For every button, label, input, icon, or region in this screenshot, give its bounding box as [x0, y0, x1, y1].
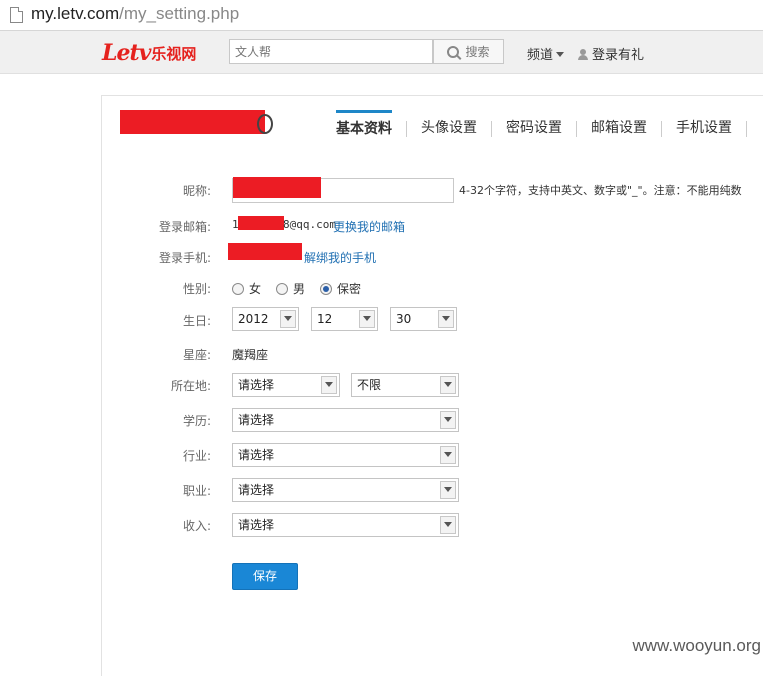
tab-password[interactable]: 密码设置 — [506, 110, 562, 140]
income-value: 请选择 — [238, 518, 275, 532]
tab-email[interactable]: 邮箱设置 — [591, 110, 647, 140]
education-select[interactable]: 请选择 — [232, 408, 459, 432]
redacted-nickname — [233, 177, 321, 198]
page-icon — [10, 7, 23, 23]
birthday-label: 生日: — [182, 314, 211, 328]
job-value: 请选择 — [238, 483, 275, 497]
tab-divider — [661, 121, 662, 137]
gender-secret-label: 保密 — [337, 282, 362, 296]
site-header: Letv 乐视网 搜索 频道 登录有礼 — [0, 31, 763, 74]
gender-secret-option[interactable]: 保密 — [320, 280, 361, 297]
tab-basic-info[interactable]: 基本资料 — [336, 110, 392, 143]
radio-male[interactable] — [276, 283, 288, 295]
redacted-username — [120, 110, 265, 134]
birth-day-select[interactable]: 30 — [390, 307, 457, 331]
settings-tabs: 基本资料 头像设置 密码设置 邮箱设置 手机设置 — [336, 110, 761, 140]
industry-label: 行业: — [182, 449, 211, 463]
channel-menu[interactable]: 频道 — [527, 44, 565, 63]
zodiac-value: 魔羯座 — [232, 348, 269, 362]
login-link[interactable]: 登录有礼 — [578, 44, 644, 63]
zodiac-label: 星座: — [182, 348, 211, 362]
change-email-link[interactable]: 更换我的邮箱 — [333, 218, 405, 235]
tab-avatar[interactable]: 头像设置 — [421, 110, 477, 140]
tab-divider — [406, 121, 407, 137]
birth-month-select[interactable]: 12 — [311, 307, 378, 331]
channel-menu-label: 频道 — [527, 48, 554, 63]
chevron-down-icon — [359, 310, 375, 328]
url-text[interactable]: my.letv.com/my_setting.php — [31, 4, 239, 24]
chevron-down-icon — [556, 52, 565, 57]
birth-day-value: 30 — [396, 312, 412, 326]
chevron-down-icon — [440, 481, 456, 499]
search-button[interactable]: 搜索 — [433, 39, 504, 64]
city-value: 不限 — [357, 378, 382, 392]
chevron-down-icon — [440, 411, 456, 429]
search-button-label: 搜索 — [465, 45, 490, 59]
chevron-down-icon — [440, 376, 456, 394]
job-label: 职业: — [182, 484, 211, 498]
income-select[interactable]: 请选择 — [232, 513, 459, 537]
industry-value: 请选择 — [238, 448, 275, 462]
tab-divider — [746, 121, 747, 137]
logo-latin: Letv — [102, 40, 151, 66]
province-select[interactable]: 请选择 — [232, 373, 340, 397]
redacted-email — [238, 216, 284, 230]
radio-female[interactable] — [232, 283, 244, 295]
chevron-down-icon — [440, 446, 456, 464]
education-value: 请选择 — [238, 413, 275, 427]
gender-male-option[interactable]: 男 — [276, 280, 305, 297]
search-icon — [447, 45, 460, 58]
income-label: 收入: — [182, 519, 211, 533]
birth-month-value: 12 — [317, 312, 333, 326]
url-path: /my_setting.php — [119, 4, 240, 23]
gender-female-label: 女 — [249, 282, 262, 296]
tab-divider — [491, 121, 492, 137]
phone-label: 登录手机: — [158, 251, 211, 265]
birth-year-select[interactable]: 2012 — [232, 307, 299, 331]
nickname-hint: 4-32个字符，支持中英文、数字或"_"。注意：不能用纯数 — [459, 184, 742, 197]
chevron-down-icon — [321, 376, 337, 394]
gender-label: 性别: — [182, 282, 211, 296]
chevron-down-icon — [440, 516, 456, 534]
location-label: 所在地: — [170, 379, 211, 393]
logo-chinese: 乐视网 — [151, 45, 197, 63]
tab-phone[interactable]: 手机设置 — [676, 110, 732, 140]
login-link-label: 登录有礼 — [592, 48, 645, 63]
address-bar[interactable]: my.letv.com/my_setting.php — [0, 0, 763, 31]
search-box — [229, 39, 433, 64]
birth-year-value: 2012 — [238, 312, 269, 326]
radio-secret[interactable] — [320, 283, 332, 295]
redacted-phone — [228, 243, 302, 260]
gender-female-option[interactable]: 女 — [232, 280, 261, 297]
email-label: 登录邮箱: — [158, 220, 211, 234]
city-select[interactable]: 不限 — [351, 373, 459, 397]
user-icon — [578, 49, 588, 60]
gender-male-label: 男 — [293, 282, 306, 296]
watermark: www.wooyun.org — [632, 636, 761, 655]
user-badge-icon — [257, 114, 273, 134]
search-input[interactable] — [230, 40, 430, 63]
province-value: 请选择 — [238, 378, 275, 392]
email-suffix: 8@qq.com — [283, 218, 336, 231]
nickname-label: 昵称: — [182, 184, 211, 198]
chevron-down-icon — [280, 310, 296, 328]
tab-divider — [576, 121, 577, 137]
save-button[interactable]: 保存 — [232, 563, 298, 590]
job-select[interactable]: 请选择 — [232, 478, 459, 502]
chevron-down-icon — [438, 310, 454, 328]
education-label: 学历: — [182, 414, 211, 428]
url-host: my.letv.com — [31, 4, 120, 23]
industry-select[interactable]: 请选择 — [232, 443, 459, 467]
letv-logo[interactable]: Letv 乐视网 — [102, 40, 196, 64]
unbind-phone-link[interactable]: 解绑我的手机 — [304, 249, 376, 266]
